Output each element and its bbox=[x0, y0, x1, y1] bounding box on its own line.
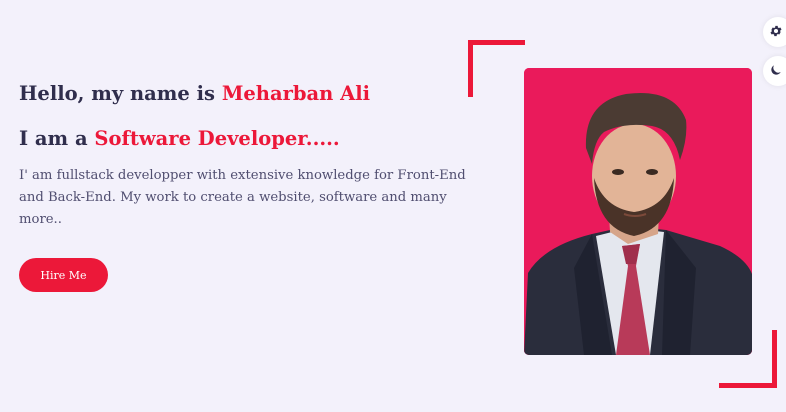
hero-description: I' am fullstack developper with extensiv… bbox=[19, 168, 466, 227]
role-prefix: I am a bbox=[19, 127, 95, 150]
greeting-prefix: Hello, my name is bbox=[19, 82, 222, 105]
moon-icon bbox=[769, 62, 783, 81]
style-switcher-toggle[interactable] bbox=[763, 17, 786, 47]
profile-photo bbox=[524, 68, 752, 355]
profile-photo-illustration bbox=[524, 68, 752, 355]
gear-icon bbox=[769, 23, 783, 42]
hero-role: I am a Software Developer..... bbox=[19, 127, 340, 150]
decor-bracket-bottom-right bbox=[719, 383, 777, 388]
hero-greeting: Hello, my name is Meharban Ali bbox=[19, 82, 370, 105]
theme-toggle[interactable] bbox=[763, 56, 786, 86]
decor-bracket-top-left-vertical bbox=[468, 40, 473, 97]
role-title: Software Developer..... bbox=[94, 127, 340, 150]
hero-name: Meharban Ali bbox=[221, 82, 371, 105]
decor-bracket-top-left bbox=[468, 40, 525, 45]
decor-bracket-bottom-right-vertical bbox=[772, 330, 777, 388]
hire-me-button[interactable]: Hire Me bbox=[19, 258, 108, 292]
